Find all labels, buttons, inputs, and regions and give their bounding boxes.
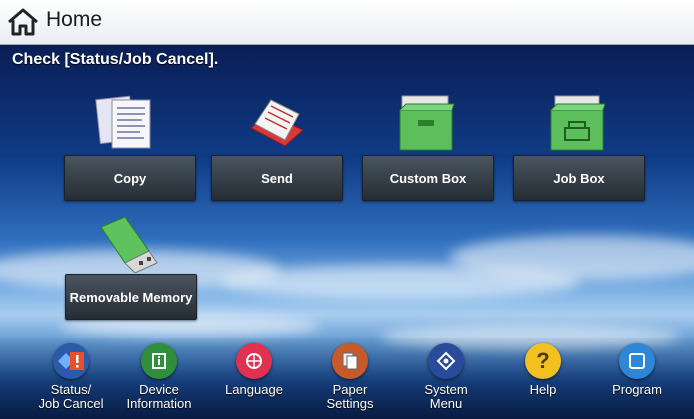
custom-box-button-label: Custom Box [362, 155, 494, 201]
program-icon [619, 343, 655, 379]
send-button-label: Send [211, 155, 343, 201]
status-job-cancel-button[interactable]: Status/ Job Cancel [25, 343, 117, 419]
status-message: Check [Status/Job Cancel]. [12, 51, 219, 68]
job-box-button-label: Job Box [513, 155, 645, 201]
send-icon [250, 99, 304, 147]
help-button[interactable]: ? Help [497, 343, 589, 419]
system-menu-icon [428, 343, 464, 379]
home-icon[interactable] [6, 7, 40, 37]
job-box-tile[interactable]: Job Box [513, 90, 663, 240]
status-job-cancel-label: Status/ Job Cancel [38, 382, 104, 411]
help-icon: ? [525, 343, 561, 379]
status-alert-icon [53, 343, 89, 379]
copy-icon [95, 95, 151, 149]
language-icon [236, 343, 272, 379]
device-info-icon [141, 343, 177, 379]
title-bar: Home [0, 0, 694, 45]
custom-box-icon [399, 95, 455, 151]
language-label: Language [225, 382, 283, 397]
program-button[interactable]: Program [591, 343, 683, 419]
program-label: Program [612, 382, 662, 397]
paper-settings-icon [332, 343, 368, 379]
help-label: Help [529, 382, 557, 397]
custom-box-tile[interactable]: Custom Box [362, 90, 512, 240]
paper-settings-label: Paper Settings [326, 382, 374, 411]
job-box-icon [550, 95, 606, 151]
device-information-button[interactable]: Device Information [113, 343, 205, 419]
system-menu-label: System Menu [424, 382, 468, 411]
usb-memory-icon [100, 216, 158, 273]
system-menu-button[interactable]: System Menu [400, 343, 492, 419]
removable-memory-button-label: Removable Memory [65, 274, 197, 320]
page-title: Home [46, 8, 103, 31]
device-information-label: Device Information [126, 382, 192, 411]
paper-settings-button[interactable]: Paper Settings [304, 343, 396, 419]
send-tile[interactable]: Send [211, 90, 361, 240]
removable-memory-tile[interactable]: Removable Memory [65, 209, 215, 359]
language-button[interactable]: Language [208, 343, 300, 419]
copy-button-label: Copy [64, 155, 196, 201]
